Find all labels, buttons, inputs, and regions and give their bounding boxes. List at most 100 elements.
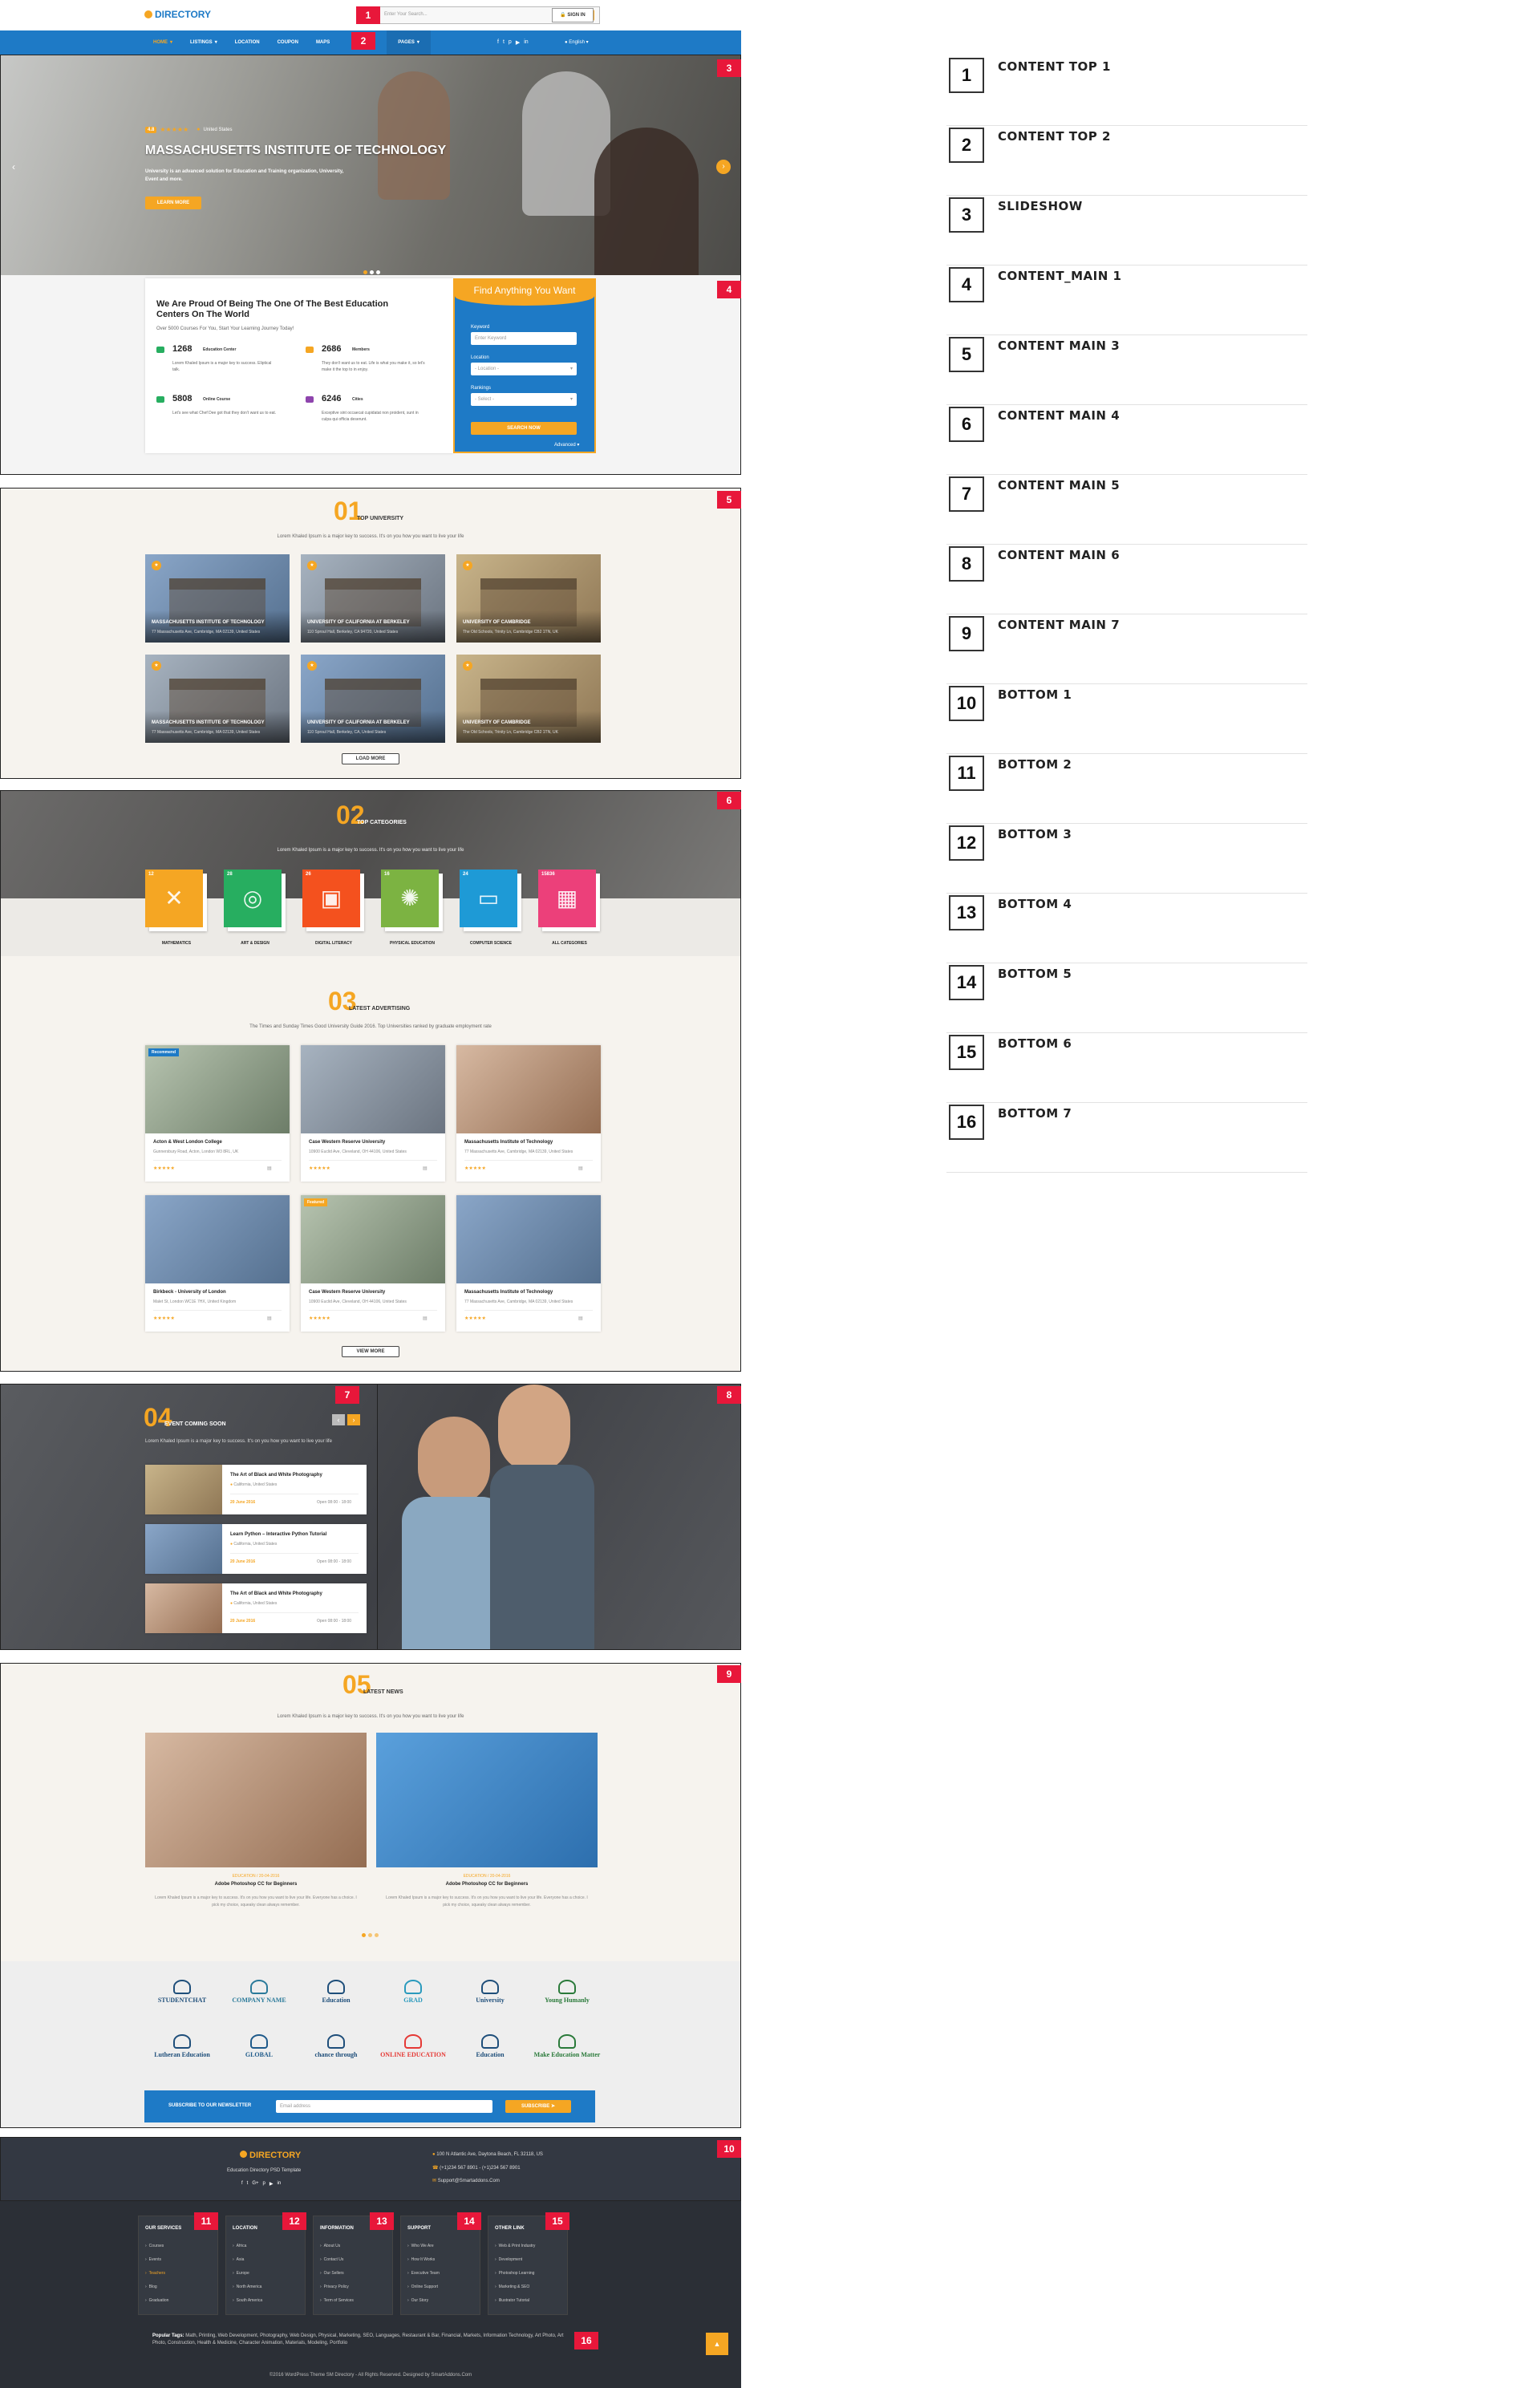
news-dot[interactable] bbox=[368, 1933, 372, 1937]
language-select[interactable]: ● English ▾ bbox=[565, 39, 589, 45]
category-card[interactable]: 28 ◎ ART & DESIGN bbox=[224, 870, 286, 946]
location-select[interactable]: - Location - ▾ bbox=[471, 363, 577, 375]
back-to-top-button[interactable]: ▲ bbox=[706, 2333, 728, 2355]
slide-prev-arrow[interactable]: ‹ bbox=[12, 161, 15, 172]
slide-dot[interactable] bbox=[363, 270, 367, 274]
footer-link[interactable]: › How It Works bbox=[407, 2257, 435, 2262]
news-item[interactable]: EDUCATION / 20-04-2016 Adobe Photoshop CC… bbox=[376, 1733, 598, 1925]
footer-link[interactable]: › Online Support bbox=[407, 2285, 438, 2289]
view-more-button[interactable]: VIEW MORE bbox=[342, 1346, 399, 1357]
footer-link[interactable]: › Europe bbox=[233, 2271, 249, 2276]
university-card[interactable]: ★ MASSACHUSETTS INSTITUTE OF TECHNOLOGY 77… bbox=[145, 655, 290, 743]
signin-button[interactable]: 🔒 SIGN IN bbox=[552, 8, 594, 22]
facebook-icon[interactable]: f bbox=[241, 2181, 243, 2187]
footer-link[interactable]: › Executive Team bbox=[407, 2271, 440, 2276]
linkedin-icon[interactable]: in bbox=[277, 2181, 281, 2187]
footer-link[interactable]: › Courses bbox=[145, 2244, 164, 2248]
partner-logo[interactable]: Education bbox=[453, 2031, 527, 2076]
listing-card[interactable]: Massachusetts Institute of Technology 77 … bbox=[456, 1195, 601, 1332]
footer-link[interactable]: › Blog bbox=[145, 2285, 157, 2289]
footer-link[interactable]: › Development bbox=[495, 2257, 522, 2262]
footer-link[interactable]: › Photoshop Learning bbox=[495, 2271, 534, 2276]
category-card[interactable]: 15836 ▦ ALL CATEGORIES bbox=[538, 870, 601, 946]
twitter-icon[interactable]: t bbox=[247, 2181, 249, 2187]
nav-item-listings[interactable]: LISTINGS ▾ bbox=[181, 30, 226, 55]
footer-link[interactable]: › Africa bbox=[233, 2244, 246, 2248]
footer-link[interactable]: › Illustrator Tutorial bbox=[495, 2298, 529, 2303]
category-card[interactable]: 16 ✺ PHYSICAL EDUCATION bbox=[381, 870, 444, 946]
footer-link[interactable]: › Term of Services bbox=[320, 2298, 354, 2303]
footer-link[interactable]: › North America bbox=[233, 2285, 261, 2289]
facebook-icon[interactable]: f bbox=[497, 39, 499, 46]
pinterest-icon[interactable]: p bbox=[509, 39, 512, 46]
linkedin-icon[interactable]: in bbox=[524, 39, 528, 46]
event-card[interactable]: The Art of Black and White Photography ● … bbox=[145, 1583, 367, 1633]
category-card[interactable]: 12 ✕ MATHEMATICS bbox=[145, 870, 208, 946]
nav-item-location[interactable]: LOCATION bbox=[226, 30, 269, 55]
listing-card[interactable]: Massachusetts Institute of Technology 77 … bbox=[456, 1045, 601, 1182]
news-dot[interactable] bbox=[375, 1933, 379, 1937]
partner-logo[interactable]: GLOBAL bbox=[222, 2031, 296, 2076]
newsletter-email-input[interactable]: Email address bbox=[276, 2100, 492, 2113]
footer-link[interactable]: › About Us bbox=[320, 2244, 340, 2248]
footer-link[interactable]: › Marketing & SEO bbox=[495, 2285, 529, 2289]
listing-card[interactable]: Featured Case Western Reserve University 1… bbox=[301, 1195, 445, 1332]
university-card[interactable]: ★ UNIVERSITY OF CAMBRIDGE The Old Schools,… bbox=[456, 554, 601, 643]
footer-link[interactable]: › Our Story bbox=[407, 2298, 428, 2303]
slide-dot[interactable] bbox=[370, 270, 374, 274]
rankings-select[interactable]: - Select - ▾ bbox=[471, 393, 577, 406]
nav-item-maps[interactable]: MAPS bbox=[307, 30, 338, 55]
university-card[interactable]: ★ UNIVERSITY OF CALIFORNIA AT BERKELEY 110… bbox=[301, 554, 445, 643]
nav-item-coupon[interactable]: COUPON bbox=[269, 30, 307, 55]
listing-card[interactable]: Birkbeck - University of London Malet St,… bbox=[145, 1195, 290, 1332]
google-plus-icon[interactable]: G+ bbox=[252, 2181, 258, 2187]
footer-link[interactable]: › Asia bbox=[233, 2257, 244, 2262]
university-card[interactable]: ★ MASSACHUSETTS INSTITUTE OF TECHNOLOGY 77… bbox=[145, 554, 290, 643]
subscribe-button[interactable]: SUBSCRIBE ➤ bbox=[505, 2100, 571, 2113]
partner-logo[interactable]: Education bbox=[299, 1976, 373, 2021]
partner-logo[interactable]: COMPANY NAME bbox=[222, 1976, 296, 2021]
news-dot[interactable] bbox=[362, 1933, 366, 1937]
twitter-icon[interactable]: t bbox=[503, 39, 505, 46]
partner-logo[interactable]: GRAD bbox=[376, 1976, 450, 2021]
learn-more-button[interactable]: LEARN MORE bbox=[145, 197, 201, 209]
slide-dot[interactable] bbox=[376, 270, 380, 274]
footer-link[interactable]: › Our Sellers bbox=[320, 2271, 344, 2276]
partner-logo[interactable]: chance through bbox=[299, 2031, 373, 2076]
event-card[interactable]: Learn Python – Interactive Python Tutori… bbox=[145, 1524, 367, 1574]
partner-logo[interactable]: Make Education Matter bbox=[530, 2031, 604, 2076]
listing-card[interactable]: Case Western Reserve University 10900 Euc… bbox=[301, 1045, 445, 1182]
partner-logo[interactable]: University bbox=[453, 1976, 527, 2021]
events-prev-button[interactable]: ‹ bbox=[332, 1414, 345, 1425]
footer-link[interactable]: › South America bbox=[233, 2298, 262, 2303]
category-card[interactable]: 24 ▭ COMPUTER SCIENCE bbox=[460, 870, 522, 946]
footer-link[interactable]: › Who We Are bbox=[407, 2244, 434, 2248]
load-more-button[interactable]: LOAD MORE bbox=[342, 753, 399, 764]
footer-link[interactable]: › Graduation bbox=[145, 2298, 168, 2303]
nav-item-pages[interactable]: PAGES ▾ bbox=[387, 30, 431, 55]
footer-link[interactable]: › Events bbox=[145, 2257, 161, 2262]
listing-card[interactable]: Recommend Acton & West London College Gunn… bbox=[145, 1045, 290, 1182]
search-now-button[interactable]: SEARCH NOW bbox=[471, 422, 577, 435]
footer-link[interactable]: › Teachers bbox=[145, 2271, 165, 2276]
partner-logo[interactable]: STUDENTCHAT bbox=[145, 1976, 219, 2021]
partner-logo[interactable]: ONLINE EDUCATION bbox=[376, 2031, 450, 2076]
footer-link[interactable]: › Privacy Policy bbox=[320, 2285, 349, 2289]
partner-logo[interactable]: Young Humanly bbox=[530, 1976, 604, 2021]
search-input[interactable]: Enter Your Search... bbox=[384, 12, 428, 17]
nav-item-home[interactable]: HOME ▾ bbox=[144, 30, 181, 55]
pinterest-icon[interactable]: p bbox=[263, 2181, 265, 2187]
events-next-button[interactable]: › bbox=[347, 1414, 360, 1425]
youtube-icon[interactable]: ▶ bbox=[516, 39, 520, 46]
university-card[interactable]: ★ UNIVERSITY OF CAMBRIDGE The Old Schools,… bbox=[456, 655, 601, 743]
advanced-link[interactable]: Advanced ▾ bbox=[554, 442, 579, 448]
keyword-input[interactable]: Enter Keyword bbox=[471, 332, 577, 345]
partner-logo[interactable]: Lutheran Education bbox=[145, 2031, 219, 2076]
category-card[interactable]: 26 ▣ DIGITAL LITERACY bbox=[302, 870, 365, 946]
footer-link[interactable]: › Web & Print Industry bbox=[495, 2244, 535, 2248]
news-item[interactable]: EDUCATION / 20-04-2016 Adobe Photoshop CC… bbox=[145, 1733, 367, 1925]
slide-next-arrow[interactable]: › bbox=[716, 160, 731, 174]
youtube-icon[interactable]: ▶ bbox=[270, 2181, 274, 2187]
university-card[interactable]: ★ UNIVERSITY OF CALIFORNIA AT BERKELEY 110… bbox=[301, 655, 445, 743]
footer-link[interactable]: › Contact Us bbox=[320, 2257, 343, 2262]
